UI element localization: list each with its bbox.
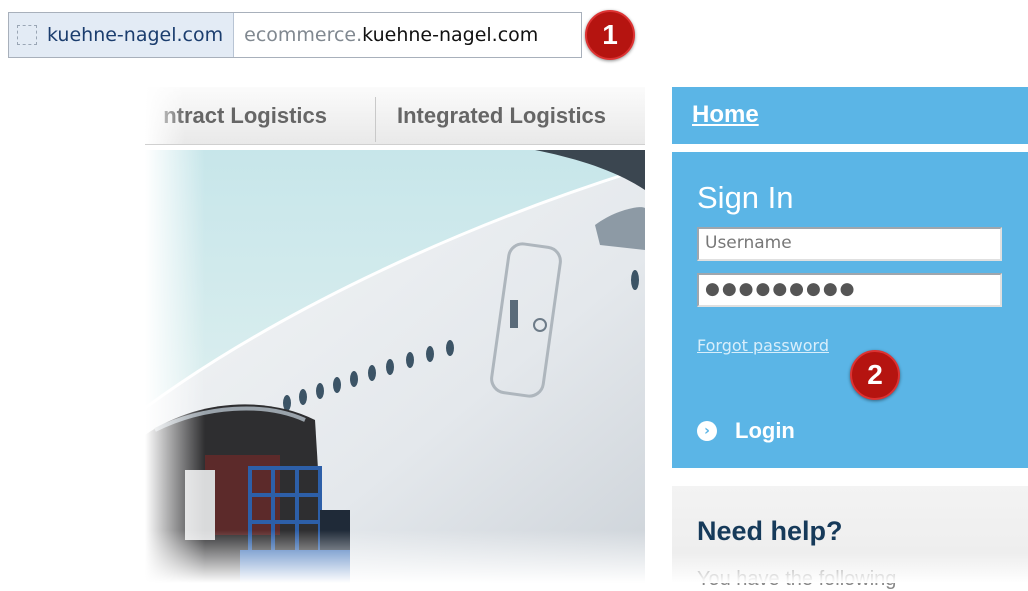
- login-label: Login: [735, 418, 795, 443]
- home-bar: Home: [672, 87, 1028, 144]
- help-panel: Need help? You have the following: [672, 486, 1028, 590]
- url-subdomain: ecommerce.: [244, 24, 363, 46]
- annotation-badge-1: 1: [585, 10, 635, 60]
- tabs-fade: [145, 87, 185, 144]
- password-field[interactable]: ●●●●●●●●●: [697, 273, 1002, 307]
- annotation-badge-2: 2: [850, 350, 900, 400]
- help-title: Need help?: [697, 516, 843, 546]
- tab-contract-logistics[interactable]: ntract Logistics: [163, 87, 327, 144]
- address-bar[interactable]: kuehne-nagel.com ecommerce.kuehne-nagel.…: [8, 12, 582, 58]
- site-identity-domain: kuehne-nagel.com: [47, 24, 224, 46]
- login-button[interactable]: › Login: [697, 418, 795, 444]
- signin-panel: Sign In Username ●●●●●●●●● Forgot passwo…: [672, 152, 1028, 468]
- tab-integrated-logistics[interactable]: Integrated Logistics: [397, 87, 606, 144]
- signin-title: Sign In: [697, 180, 794, 215]
- site-identity-button[interactable]: kuehne-nagel.com: [9, 13, 235, 57]
- tab-divider: [375, 97, 376, 142]
- forgot-password-link[interactable]: Forgot password: [697, 336, 829, 355]
- aircraft-illustration: [145, 150, 645, 583]
- chevron-right-circle-icon: ›: [697, 421, 717, 441]
- url-text[interactable]: ecommerce.kuehne-nagel.com: [234, 24, 538, 46]
- main-nav: ntract Logistics Integrated Logistics: [145, 87, 645, 145]
- url-host: kuehne-nagel.com: [362, 24, 539, 46]
- help-fade: [672, 553, 1028, 583]
- site-identity-icon: [17, 25, 37, 45]
- hero-image: [145, 150, 645, 583]
- username-field[interactable]: Username: [697, 227, 1002, 261]
- home-link[interactable]: Home: [692, 101, 759, 129]
